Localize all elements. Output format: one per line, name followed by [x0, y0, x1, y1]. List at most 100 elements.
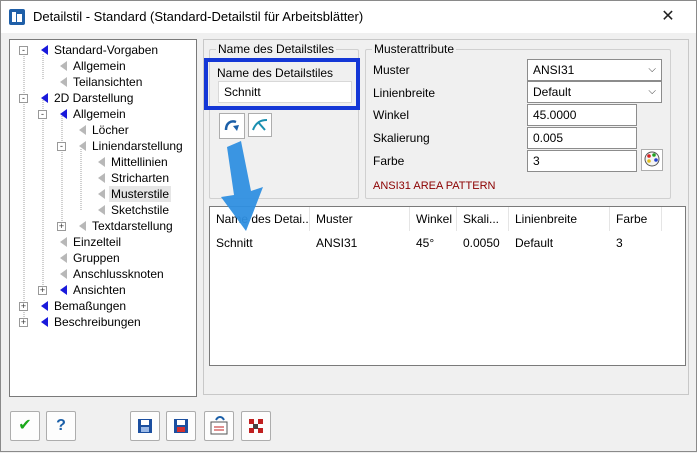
list-header: Name des Detai... Muster Winkel Skali...… — [210, 207, 685, 231]
column-header-muster[interactable]: Muster — [310, 207, 410, 231]
grid-icon — [249, 419, 263, 433]
save-icon — [138, 419, 152, 433]
farbe-label: Farbe — [373, 154, 405, 168]
app-icon — [9, 9, 25, 25]
rotate-arrow-icon — [224, 120, 239, 131]
highlight-frame — [204, 58, 360, 110]
tree-item-label: Anschlussknoten — [73, 267, 164, 281]
farbe-input[interactable]: 3 — [527, 150, 637, 172]
collapse-icon[interactable]: - — [38, 110, 47, 119]
tree-item-label: Allgemein — [73, 107, 126, 121]
color-picker-button[interactable] — [641, 149, 663, 171]
help-icon: ? — [56, 417, 66, 434]
tree-item-label: 2D Darstellung — [54, 91, 134, 105]
collapse-icon[interactable]: - — [19, 46, 28, 55]
column-header-name[interactable]: Name des Detai... — [210, 207, 310, 231]
tree-item-label: Sketchstile — [111, 203, 170, 217]
gray-arrow-icon — [98, 157, 105, 167]
pattern-clear-icon — [252, 119, 268, 131]
collapse-icon[interactable]: - — [19, 94, 28, 103]
tree-item-label: Stricharten — [111, 171, 170, 185]
tree-item-label: Ansichten — [73, 283, 126, 297]
skalierung-input[interactable]: 0.005 — [527, 127, 637, 149]
cell-winkel: 45° — [416, 236, 435, 250]
tree-item-label: Beschreibungen — [54, 315, 141, 329]
title-bar: Detailstil - Standard (Standard-Detailst… — [1, 1, 696, 33]
clear-pattern-button[interactable] — [248, 113, 272, 137]
gray-arrow-icon — [98, 173, 105, 183]
linienbreite-value: Default — [533, 85, 572, 99]
save-as-button[interactable] — [166, 411, 196, 441]
gray-arrow-icon — [98, 205, 105, 215]
column-header-farbe[interactable]: Farbe — [610, 207, 662, 231]
pattern-description: ANSI31 AREA PATTERN — [373, 180, 496, 192]
blue-arrow-icon — [41, 45, 48, 55]
collapse-icon[interactable]: - — [57, 142, 66, 151]
column-header-skalierung[interactable]: Skali... — [457, 207, 509, 231]
chevron-down-icon: ⌵ — [648, 64, 656, 75]
dialog-window: Detailstil - Standard (Standard-Detailst… — [0, 0, 697, 452]
linienbreite-select[interactable]: Default ⌵ — [527, 81, 662, 103]
chevron-down-icon: ⌵ — [648, 86, 656, 97]
expand-icon[interactable]: + — [19, 318, 28, 327]
category-tree[interactable]: - Standard-Vorgaben Allgemein Teilansich… — [9, 39, 197, 397]
tree-item-label: Mittellinien — [111, 155, 168, 169]
blue-arrow-icon — [60, 285, 67, 295]
blue-arrow-icon — [41, 93, 48, 103]
gray-arrow-icon — [79, 125, 86, 135]
blue-arrow-icon — [41, 317, 48, 327]
winkel-input[interactable]: 45.0000 — [527, 104, 637, 126]
tree-item-label: Löcher — [92, 123, 129, 137]
expand-icon[interactable]: + — [38, 286, 47, 295]
pattern-group-title: Musterattribute — [372, 42, 457, 56]
palette-icon — [644, 151, 660, 167]
tree-item-label: Einzelteil — [73, 235, 122, 249]
tree-item-label: Liniendarstellung — [92, 139, 183, 153]
linienbreite-label: Linienbreite — [373, 86, 436, 100]
cell-farbe: 3 — [616, 236, 623, 250]
gray-arrow-icon — [60, 253, 67, 263]
cell-name: Schnitt — [216, 236, 253, 250]
gray-arrow-icon — [60, 61, 67, 71]
expand-icon[interactable]: + — [19, 302, 28, 311]
gray-arrow-icon — [60, 237, 67, 247]
cell-linienbreite: Default — [515, 236, 554, 250]
name-group-title: Name des Detailstiles — [216, 42, 337, 56]
save-button[interactable] — [130, 411, 160, 441]
tree-item-label: Gruppen — [73, 251, 120, 265]
gray-arrow-icon — [98, 189, 105, 199]
apply-button[interactable] — [219, 113, 245, 139]
skalierung-label: Skalierung — [373, 131, 430, 145]
gray-arrow-icon — [79, 141, 86, 151]
grid-button[interactable] — [241, 411, 271, 441]
column-header-linienbreite[interactable]: Linienbreite — [509, 207, 610, 231]
cell-muster: ANSI31 — [316, 236, 358, 250]
tree-item-label: Musterstile — [109, 186, 172, 202]
help-button[interactable]: ? — [46, 411, 76, 441]
style-list[interactable]: Name des Detai... Muster Winkel Skali...… — [209, 206, 686, 366]
export-button[interactable] — [204, 411, 234, 441]
tree-item-label: Teilansichten — [73, 75, 143, 89]
save-as-icon — [174, 419, 188, 433]
tree-item-label: Textdarstellung — [92, 219, 173, 233]
blue-arrow-icon — [41, 301, 48, 311]
muster-select[interactable]: ANSI31 ⌵ — [527, 59, 662, 81]
winkel-label: Winkel — [373, 108, 410, 122]
window-title: Detailstil - Standard (Standard-Detailst… — [33, 9, 364, 24]
gray-arrow-icon — [60, 77, 67, 87]
tree-item-label: Standard-Vorgaben — [54, 43, 159, 57]
column-header-winkel[interactable]: Winkel — [410, 207, 457, 231]
gray-arrow-icon — [79, 221, 86, 231]
cell-skalierung: 0.0050 — [463, 236, 500, 250]
muster-value: ANSI31 — [533, 63, 575, 77]
muster-label: Muster — [373, 63, 410, 77]
export-icon — [210, 416, 228, 435]
expand-icon[interactable]: + — [57, 222, 66, 231]
tree-item-label: Allgemein — [73, 59, 126, 73]
ok-button[interactable]: ✔ — [10, 411, 40, 441]
close-button[interactable]: ✕ — [648, 3, 688, 31]
checkmark-icon: ✔ — [18, 417, 32, 434]
tree-item-label: Bemaßungen — [54, 299, 127, 313]
blue-arrow-icon — [60, 109, 67, 119]
gray-arrow-icon — [60, 269, 67, 279]
